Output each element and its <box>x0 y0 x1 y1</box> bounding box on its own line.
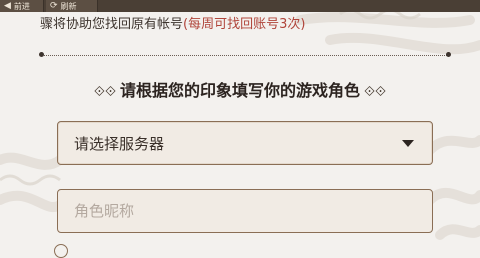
refresh-icon: ⟳ <box>50 1 58 11</box>
divider-left-dot <box>39 52 44 57</box>
section-title: ⟐⟐ 请根据您的印象填写你的游戏角色 ⟐⟐ <box>0 77 480 101</box>
ornament-right-icon: ⟐⟐ <box>364 84 387 100</box>
ornament-left-icon: ⟐⟐ <box>93 84 116 100</box>
refresh-button-label: 刷新 <box>60 1 77 11</box>
radio-button[interactable] <box>54 244 68 258</box>
server-select-value: 请选择服务器 <box>74 134 165 153</box>
partial-radio-row <box>54 244 68 258</box>
arrow-left-icon: ◀ <box>4 1 11 11</box>
caret-down-icon <box>402 139 414 147</box>
notice-text: 骤将协助您找回原有帐号 <box>40 17 184 32</box>
top-toolbar: ◀ 前进 ⟳ 刷新 <box>0 0 480 12</box>
dotted-divider <box>40 55 449 56</box>
server-select[interactable]: 请选择服务器 <box>57 121 433 165</box>
nickname-input[interactable] <box>57 189 433 233</box>
recovery-notice: 骤将协助您找回原有帐号(每周可找回账号3次) <box>40 13 305 32</box>
notice-limit-highlight: (每周可找回账号3次) <box>183 17 306 32</box>
refresh-button[interactable]: ⟳ 刷新 <box>46 0 98 12</box>
back-button[interactable]: ◀ 前进 <box>0 0 44 12</box>
divider-right-dot <box>446 52 451 57</box>
section-title-text: 请根据您的印象填写你的游戏角色 <box>119 81 360 100</box>
back-button-label: 前进 <box>13 1 30 11</box>
